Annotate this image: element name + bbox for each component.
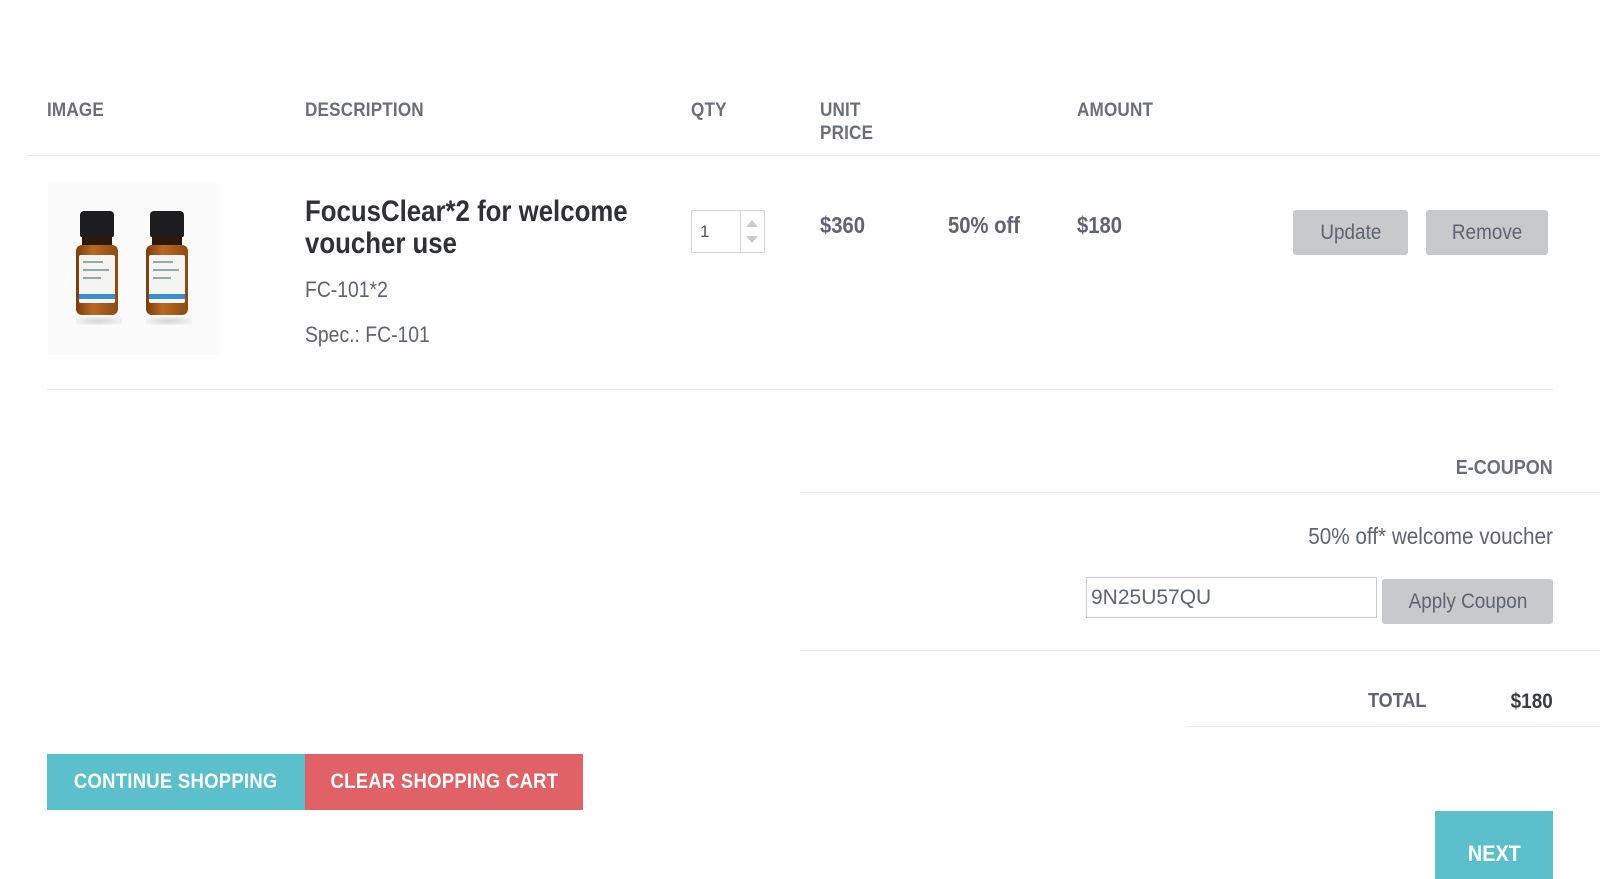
column-header-qty: QTY [691, 100, 727, 121]
next-button[interactable]: NEXT [1435, 811, 1553, 879]
apply-coupon-label: Apply Coupon [1408, 589, 1527, 613]
quantity-input[interactable] [692, 211, 742, 252]
product-image[interactable] [47, 183, 219, 355]
clear-cart-label: CLEAR SHOPPING CART [330, 770, 558, 793]
amount-value: $180 [1077, 212, 1123, 238]
product-spec: Spec.: FC-101 [305, 322, 430, 347]
unit-price-header-line1: UNIT [820, 100, 861, 121]
update-button-label: Update [1320, 220, 1381, 244]
bottle-right [146, 211, 192, 325]
product-title[interactable]: FocusClear*2 for welcome voucher use [305, 196, 649, 260]
total-label: TOTAL [1368, 690, 1427, 712]
column-header-amount: AMOUNT [1077, 100, 1154, 121]
quantity-spinner[interactable] [740, 211, 764, 252]
row-divider [47, 389, 1553, 390]
increment-arrow-icon[interactable] [746, 220, 758, 227]
remove-button[interactable]: Remove [1426, 210, 1548, 255]
header-divider [28, 155, 1600, 156]
total-divider [1186, 726, 1600, 727]
discount-value: 50% off [948, 212, 1020, 238]
remove-button-label: Remove [1451, 220, 1523, 244]
unit-price-header-line2: PRICE [820, 123, 874, 144]
decrement-arrow-icon[interactable] [746, 236, 758, 243]
column-header-image: IMAGE [47, 100, 104, 121]
bottle-left [76, 211, 122, 325]
apply-coupon-button[interactable]: Apply Coupon [1382, 579, 1553, 624]
coupon-code-input[interactable] [1086, 577, 1377, 618]
total-value: $180 [1510, 690, 1553, 713]
coupon-divider-top [800, 492, 1600, 493]
column-header-description: DESCRIPTION [305, 100, 424, 121]
clear-cart-button[interactable]: CLEAR SHOPPING CART [305, 754, 583, 810]
voucher-description: 50% off* welcome voucher [1308, 523, 1553, 549]
update-button[interactable]: Update [1293, 210, 1408, 255]
ecoupon-heading: E-COUPON [1455, 457, 1553, 479]
product-sku: FC-101*2 [305, 277, 388, 302]
next-label: NEXT [1467, 841, 1521, 866]
coupon-divider-bottom [800, 650, 1600, 651]
continue-shopping-label: CONTINUE SHOPPING [74, 770, 278, 793]
quantity-stepper[interactable] [691, 210, 765, 253]
continue-shopping-button[interactable]: CONTINUE SHOPPING [47, 754, 305, 810]
column-header-unit-price: UNIT PRICE [820, 99, 873, 145]
unit-price-value: $360 [820, 212, 866, 238]
